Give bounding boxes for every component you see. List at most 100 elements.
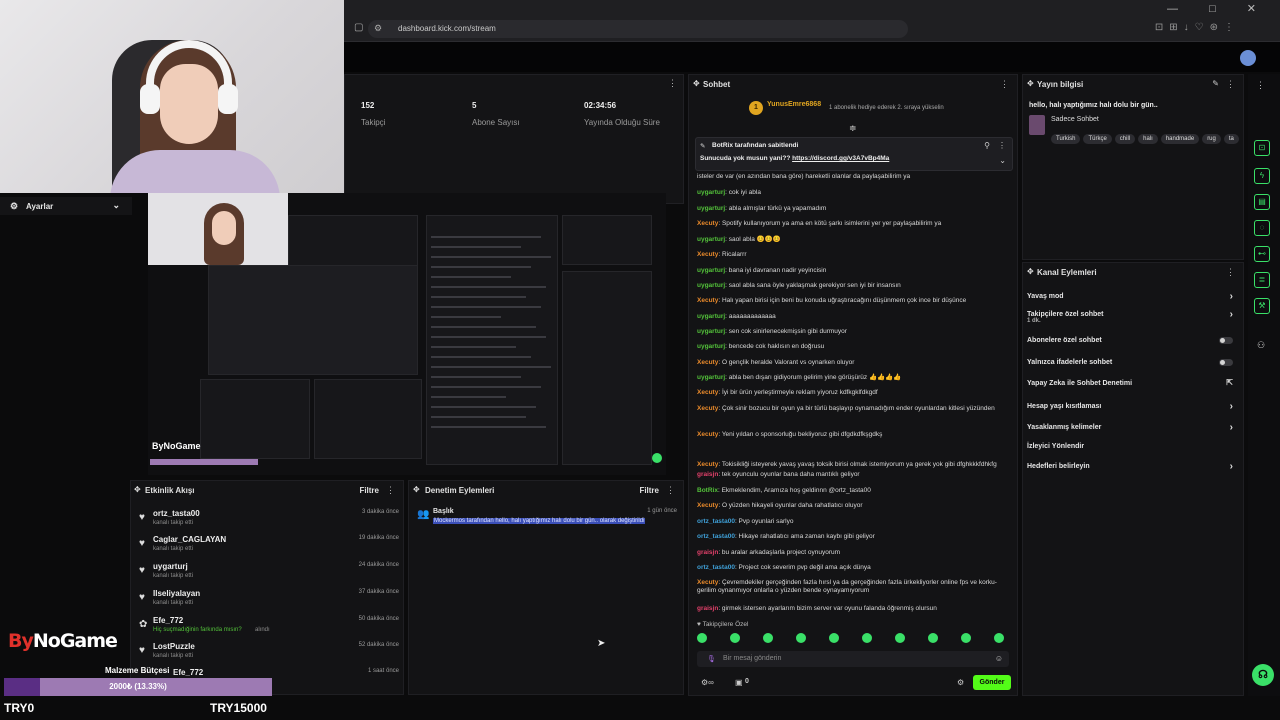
chat-username[interactable]: uygarturj (697, 282, 725, 289)
edit-icon[interactable]: ✎ (1212, 79, 1219, 88)
chat-username[interactable]: graisjn (697, 549, 718, 556)
rail-menu-icon[interactable]: ⋮ (1256, 80, 1265, 91)
activity-user[interactable]: Caglar_CAGLAYAN (153, 535, 226, 544)
emote-icon[interactable] (829, 633, 839, 643)
pin-icon[interactable]: ✥ (693, 79, 700, 88)
unpin-icon[interactable]: ⚲ (984, 141, 990, 150)
send-button[interactable]: Gönder (973, 675, 1011, 690)
chat-username[interactable]: Xecuty (697, 297, 718, 304)
chat-username[interactable]: uygarturj (697, 313, 725, 320)
emote-icon[interactable] (994, 633, 1004, 643)
emote-icon[interactable] (763, 633, 773, 643)
document-icon[interactable]: ▤ (1254, 194, 1270, 210)
chat-username[interactable]: graisjn (697, 471, 718, 478)
emoji-icon[interactable]: ☺ (995, 654, 1003, 663)
chat-username[interactable]: uygarturj (697, 374, 725, 381)
chat-username[interactable]: ortz_tasta00 (697, 518, 735, 525)
chat-username[interactable]: uygarturj (697, 189, 725, 196)
chat-username[interactable]: uygarturj (697, 236, 725, 243)
extension-icons[interactable]: ⊡⊞↓♡⊛⋮ (1155, 22, 1240, 33)
list-icon[interactable]: ≣ (1254, 272, 1270, 288)
site-info-icon[interactable]: ⚙ (374, 23, 382, 34)
chat-username[interactable]: Xecuty (697, 461, 718, 468)
chat-username[interactable]: Xecuty (697, 502, 718, 509)
channel-action-item[interactable]: Yalnızca ifadelerle sohbet (1027, 359, 1239, 366)
activity-user[interactable]: Efe_772 (153, 616, 183, 625)
clip-icon[interactable]: ⊡ (1254, 140, 1270, 156)
chevron-right-icon[interactable]: › (1230, 422, 1233, 433)
pin-icon[interactable]: ✥ (1027, 79, 1034, 88)
chat-username[interactable]: graisjn (697, 605, 718, 612)
stream-tag[interactable]: Türkçe (1083, 134, 1112, 144)
stream-tag[interactable]: Turkish (1051, 134, 1081, 144)
chevron-right-icon[interactable]: › (1230, 291, 1233, 302)
chat-bubble-icon[interactable]: ◌ (1254, 220, 1270, 236)
chevron-right-icon[interactable]: › (1230, 401, 1233, 412)
chevron-down-icon[interactable]: ⌄ (999, 156, 1006, 165)
chat-username[interactable]: Xecuty (697, 579, 718, 586)
channel-action-item[interactable]: Yasaklanmış kelimeler › (1027, 422, 1239, 433)
toggle-switch[interactable] (1219, 337, 1233, 344)
chevron-right-icon[interactable]: › (1230, 309, 1233, 320)
chevron-down-icon[interactable]: ⌄ (112, 200, 120, 211)
stream-tag[interactable]: chill (1114, 134, 1136, 144)
collapse-icon[interactable]: ≑ (849, 123, 857, 134)
sidebar-toggle-icon[interactable]: ▢ (354, 22, 363, 33)
activity-user[interactable]: uygarturj (153, 562, 188, 571)
toggle-switch[interactable] (1219, 359, 1233, 366)
chat-username[interactable]: uygarturj (697, 205, 725, 212)
chat-username[interactable]: BotRix (697, 487, 718, 494)
emote-icon[interactable] (895, 633, 905, 643)
top-gifter-name[interactable]: YunusEmre6868 (767, 101, 821, 108)
pin-icon[interactable]: ✥ (1027, 267, 1034, 276)
chat-menu-icon[interactable]: ⋮ (1000, 79, 1009, 90)
channel-action-item[interactable]: Hedefleri belirleyin › (1027, 461, 1239, 472)
chat-username[interactable]: Xecuty (697, 389, 718, 396)
lightning-icon[interactable]: ϟ (1254, 168, 1270, 184)
external-link-icon[interactable]: ⇱ (1226, 378, 1233, 387)
chat-input[interactable]: 🎙 Bir mesaj gönderin ☺ (697, 651, 1009, 667)
settings-header[interactable]: ⚙ Ayarlar ⌄ (0, 197, 132, 215)
chat-username[interactable]: Xecuty (697, 405, 718, 412)
channel-action-item[interactable]: Abonelere özel sohbet (1027, 337, 1239, 344)
activity-menu-icon[interactable]: ⋮ (386, 485, 395, 496)
gear-icon[interactable]: ⚙ (957, 678, 964, 687)
channel-action-item[interactable]: İzleyici Yönlendir (1027, 443, 1239, 450)
emote-icon[interactable] (730, 633, 740, 643)
emote-icon[interactable] (796, 633, 806, 643)
channel-action-item[interactable]: Yapay Zeka ile Sohbet Denetimi ⇱ (1027, 378, 1239, 387)
pin-icon[interactable]: ✥ (134, 485, 141, 494)
channel-action-item[interactable]: Takipçilere özel sohbet 1 dk. › (1027, 309, 1239, 324)
emote-icon[interactable] (928, 633, 938, 643)
microphone-icon[interactable]: 🎙 (707, 655, 716, 663)
window-controls[interactable]: — □ ✕ (1167, 2, 1270, 15)
activity-filter-button[interactable]: Filtre (359, 486, 379, 495)
chevron-right-icon[interactable]: › (1230, 461, 1233, 472)
chat-username[interactable]: Xecuty (697, 251, 718, 258)
stream-tag[interactable]: rug (1202, 134, 1221, 144)
activity-user[interactable]: ortz_tasta00 (153, 509, 200, 518)
moderation-filter-button[interactable]: Filtre (639, 486, 659, 495)
moderation-menu-icon[interactable]: ⋮ (666, 485, 675, 496)
pinned-link[interactable]: https://discord.gg/v3A7vBp4Ma (792, 155, 889, 162)
chat-username[interactable]: Xecuty (697, 431, 718, 438)
stream-tag[interactable]: ta (1223, 134, 1239, 144)
pin-icon[interactable]: ✥ (413, 485, 420, 494)
chat-username[interactable]: ortz_tasta00 (697, 564, 735, 571)
address-bar[interactable]: dashboard.kick.com/stream (368, 20, 908, 38)
chat-username[interactable]: Xecuty (697, 220, 718, 227)
streaminfo-menu-icon[interactable]: ⋮ (1226, 79, 1235, 90)
channelactions-menu-icon[interactable]: ⋮ (1226, 267, 1235, 278)
chat-username[interactable]: Xecuty (697, 359, 718, 366)
support-icon[interactable]: ☊ (1252, 664, 1274, 686)
chat-username[interactable]: uygarturj (697, 343, 725, 350)
link-icon[interactable]: ⊷ (1254, 246, 1270, 262)
chat-username[interactable]: uygarturj (697, 328, 725, 335)
chat-username[interactable]: uygarturj (697, 267, 725, 274)
stats-menu-icon[interactable]: ⋮ (668, 78, 677, 89)
emote-bar[interactable] (697, 633, 1009, 645)
channel-action-item[interactable]: Yavaş mod › (1027, 291, 1239, 302)
stream-tag[interactable]: halı (1138, 134, 1158, 144)
emote-icon[interactable] (697, 633, 707, 643)
stream-category[interactable]: Sadece Sohbet (1051, 116, 1099, 123)
